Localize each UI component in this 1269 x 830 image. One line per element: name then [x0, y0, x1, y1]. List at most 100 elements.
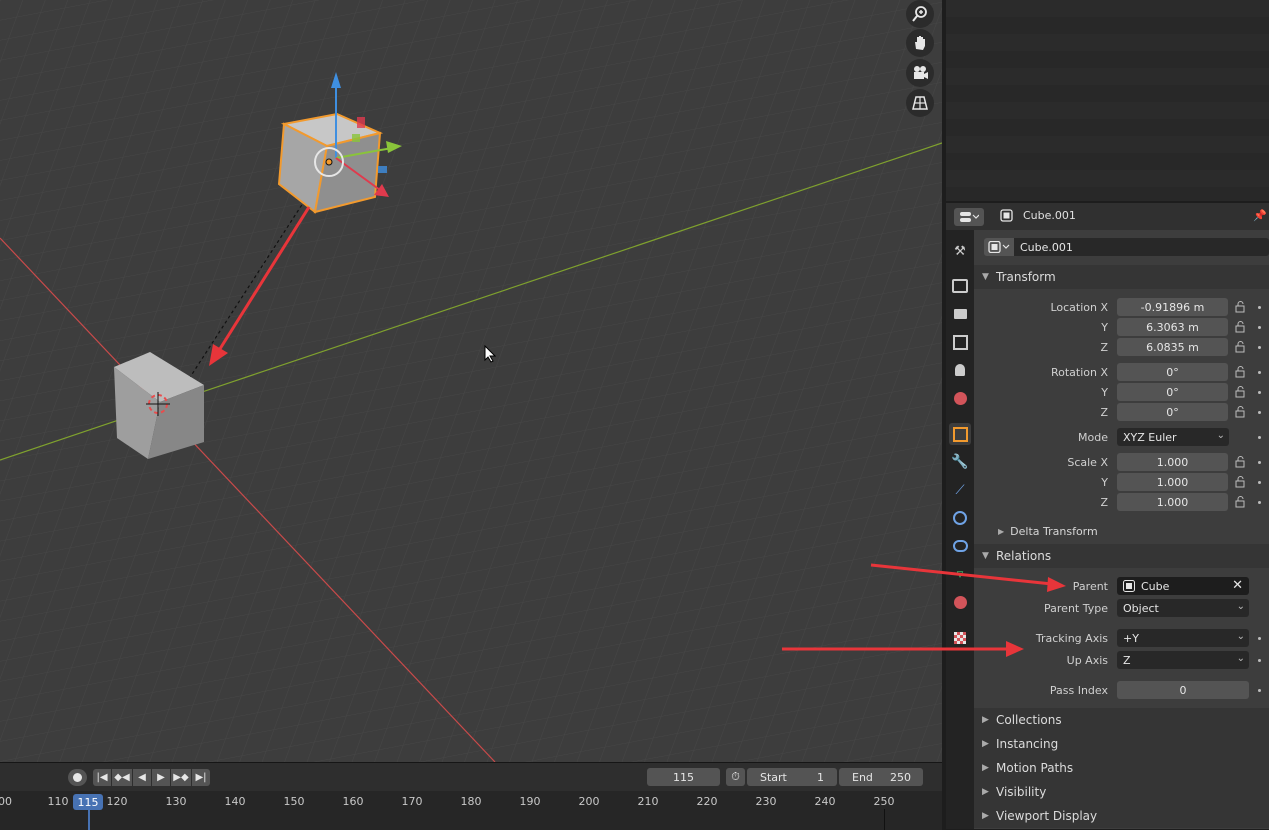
- lock-icon[interactable]: [1235, 341, 1247, 353]
- collections-panel-header[interactable]: ▶ Collections: [974, 708, 1269, 732]
- outliner-row: [946, 0, 1269, 17]
- keyframe-dot-icon[interactable]: [1258, 306, 1261, 309]
- ruler-label: 130: [165, 795, 187, 808]
- keyframe-dot-icon[interactable]: [1258, 659, 1261, 662]
- ruler-label: 180: [460, 795, 482, 808]
- rotation-mode-dropdown[interactable]: XYZ Euler ⌄: [1117, 428, 1229, 446]
- perspective-grid-icon[interactable]: [906, 89, 934, 117]
- camera-icon[interactable]: [906, 59, 934, 87]
- stopwatch-icon[interactable]: ⏱: [726, 768, 745, 786]
- lock-icon[interactable]: [1235, 386, 1247, 398]
- ruler-label: 170: [401, 795, 423, 808]
- lock-icon[interactable]: [1235, 366, 1247, 378]
- keyframe-dot-icon[interactable]: [1258, 391, 1261, 394]
- rotation-y-field[interactable]: 0°: [1117, 383, 1228, 401]
- ruler-label: 160: [342, 795, 364, 808]
- end-frame-field[interactable]: End 250: [839, 768, 923, 786]
- object-type-dropdown[interactable]: [984, 238, 1014, 256]
- up-axis-dropdown[interactable]: Z ⌄: [1117, 651, 1249, 669]
- playhead-line: [88, 810, 90, 830]
- constraints-tab-icon[interactable]: [949, 535, 971, 557]
- modifier-tab-icon[interactable]: 🔧: [949, 451, 971, 473]
- keyframe-dot-icon[interactable]: [1258, 461, 1261, 464]
- visibility-panel-header[interactable]: ▶ Visibility: [974, 780, 1269, 804]
- lock-icon[interactable]: [1235, 406, 1247, 418]
- scale-x-field[interactable]: 1.000: [1117, 453, 1228, 471]
- clear-icon[interactable]: ✕: [1232, 578, 1243, 593]
- rotation-x-field[interactable]: 0°: [1117, 363, 1228, 381]
- next-keyframe-icon[interactable]: ▶◆: [171, 769, 191, 786]
- timeline-editor[interactable]: |◀ ◆◀ ◀ ▶ ▶◆ ▶| 115 ⏱ Start 1 End 250 00…: [0, 762, 942, 830]
- motion-paths-panel-header[interactable]: ▶ Motion Paths: [974, 756, 1269, 780]
- keyframe-dot-icon[interactable]: [1258, 436, 1261, 439]
- ruler-label: 150: [283, 795, 305, 808]
- lock-icon[interactable]: [1235, 321, 1247, 333]
- particles-tab-icon[interactable]: ⟋: [949, 479, 971, 501]
- output-tab-icon[interactable]: [949, 303, 971, 325]
- zoom-icon[interactable]: [906, 0, 934, 28]
- record-button[interactable]: [68, 769, 87, 786]
- rotation-z-field[interactable]: 0°: [1117, 403, 1228, 421]
- collapsed-triangle-icon: ▶: [998, 527, 1005, 536]
- keyframe-dot-icon[interactable]: [1258, 411, 1261, 414]
- scale-z-label: Z: [1100, 496, 1108, 509]
- editor-type-icon[interactable]: [954, 208, 984, 226]
- tracking-axis-dropdown[interactable]: +Y ⌄: [1117, 629, 1249, 647]
- current-frame-field[interactable]: 115: [647, 768, 720, 786]
- location-y-value: 6.3063 m: [1146, 320, 1199, 334]
- outliner-row: [946, 136, 1269, 153]
- parent-type-dropdown[interactable]: Object ⌄: [1117, 599, 1249, 617]
- parent-field[interactable]: Cube ✕: [1117, 577, 1249, 595]
- keyframe-dot-icon[interactable]: [1258, 637, 1261, 640]
- prev-keyframe-icon[interactable]: ◆◀: [112, 769, 132, 786]
- play-icon[interactable]: ▶: [152, 769, 170, 786]
- mouse-cursor-icon: [484, 345, 496, 363]
- start-frame-field[interactable]: Start 1: [747, 768, 837, 786]
- scale-z-field[interactable]: 1.000: [1117, 493, 1228, 511]
- collapsed-triangle-icon: ▶: [982, 787, 989, 797]
- physics-tab-icon[interactable]: [949, 507, 971, 529]
- object-tab-icon[interactable]: [949, 423, 971, 445]
- lock-icon[interactable]: [1235, 496, 1247, 508]
- keyframe-dot-icon[interactable]: [1258, 371, 1261, 374]
- scene-tab-icon[interactable]: [949, 359, 971, 381]
- play-reverse-icon[interactable]: ◀: [133, 769, 151, 786]
- render-tab-icon[interactable]: [949, 275, 971, 297]
- delta-transform-subpanel[interactable]: ▶ Delta Transform: [998, 525, 1098, 538]
- lock-icon[interactable]: [1235, 476, 1247, 488]
- world-tab-icon[interactable]: [949, 387, 971, 409]
- hand-pan-icon[interactable]: [906, 29, 934, 57]
- object-name-field[interactable]: Cube.001: [1014, 238, 1269, 256]
- instancing-panel-header[interactable]: ▶ Instancing: [974, 732, 1269, 756]
- keyframe-dot-icon[interactable]: [1258, 689, 1261, 692]
- object-icon: [1000, 209, 1013, 222]
- outliner-panel[interactable]: [946, 0, 1269, 201]
- keyframe-dot-icon[interactable]: [1258, 346, 1261, 349]
- keyframe-dot-icon[interactable]: [1258, 326, 1261, 329]
- chevron-down-icon: ⌄: [1236, 601, 1245, 612]
- timeline-ruler[interactable]: 00 110 120 130 140 150 160 170 180 190 2…: [0, 791, 942, 830]
- jump-end-icon[interactable]: ▶|: [192, 769, 210, 786]
- location-x-field[interactable]: -0.91896 m: [1117, 298, 1228, 316]
- ruler-label: 140: [224, 795, 246, 808]
- lock-icon[interactable]: [1235, 301, 1247, 313]
- jump-start-icon[interactable]: |◀: [93, 769, 111, 786]
- location-z-field[interactable]: 6.0835 m: [1117, 338, 1228, 356]
- transform-panel-header[interactable]: ▼ Transform: [974, 265, 1269, 289]
- transform-title: Transform: [996, 270, 1056, 284]
- pass-index-field[interactable]: 0: [1117, 681, 1249, 699]
- up-axis-value: Z: [1123, 653, 1131, 667]
- tool-tab-icon[interactable]: ⚒: [949, 240, 971, 262]
- location-y-field[interactable]: 6.3063 m: [1117, 318, 1228, 336]
- playhead[interactable]: 115: [73, 794, 103, 810]
- location-y-label: Y: [1101, 321, 1108, 334]
- pin-icon[interactable]: 📌: [1253, 209, 1267, 222]
- timeline-header: |◀ ◆◀ ◀ ▶ ▶◆ ▶| 115 ⏱ Start 1 End 250: [0, 763, 942, 791]
- keyframe-dot-icon[interactable]: [1258, 481, 1261, 484]
- keyframe-dot-icon[interactable]: [1258, 501, 1261, 504]
- viewport-display-panel-header[interactable]: ▶ Viewport Display: [974, 804, 1269, 828]
- view-layer-tab-icon[interactable]: [949, 331, 971, 353]
- lock-icon[interactable]: [1235, 456, 1247, 468]
- playhead-frame: 115: [77, 795, 99, 809]
- scale-y-field[interactable]: 1.000: [1117, 473, 1228, 491]
